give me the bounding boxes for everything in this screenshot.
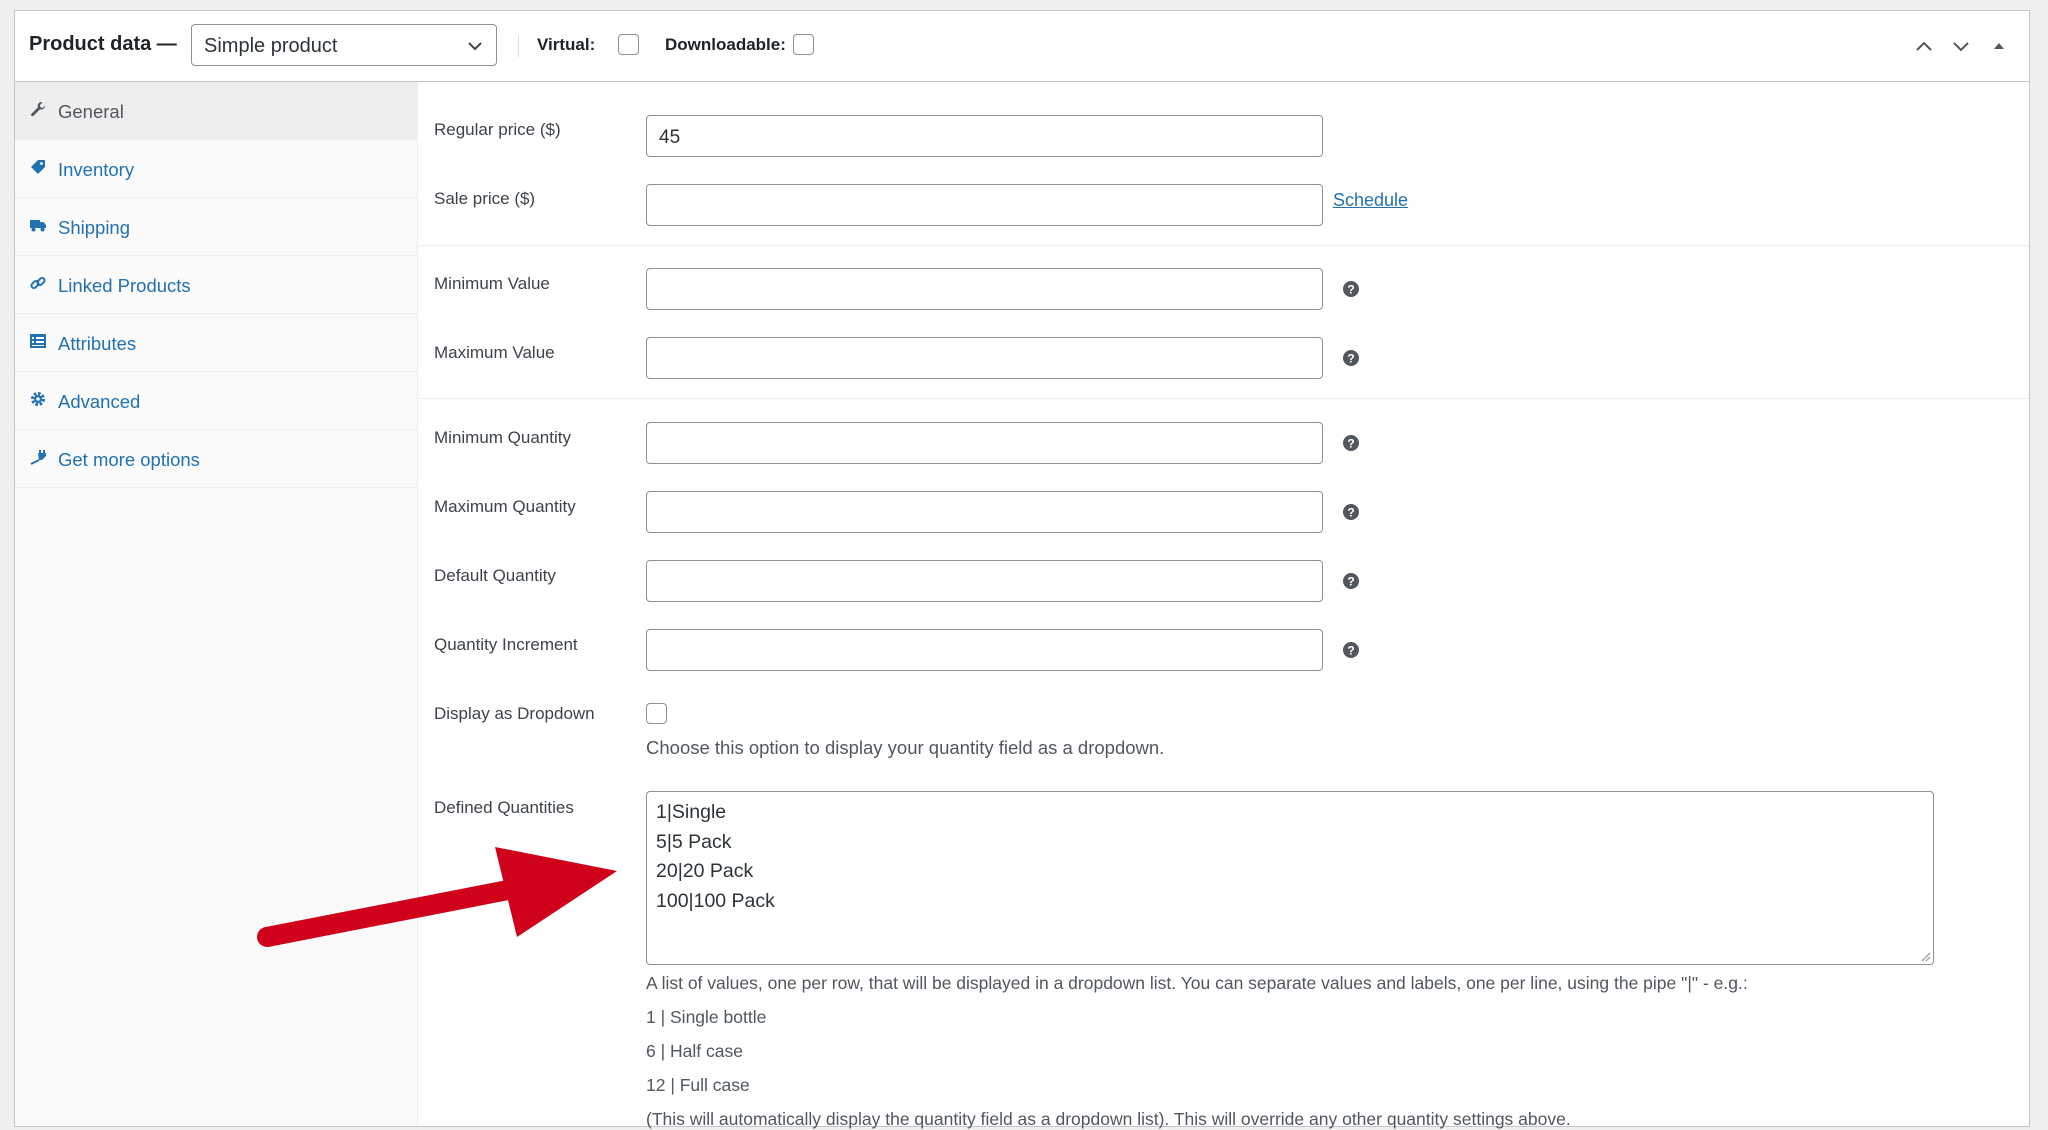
example-line: 6 | Half case bbox=[646, 1041, 743, 1061]
help-icon[interactable]: ? bbox=[1342, 503, 1360, 521]
help-icon[interactable]: ? bbox=[1342, 349, 1360, 367]
tab-get-more-options[interactable]: Get more options bbox=[15, 430, 417, 488]
tab-attributes[interactable]: Attributes bbox=[15, 314, 417, 372]
section-divider bbox=[419, 245, 2029, 246]
quantity-increment-label: Quantity Increment bbox=[434, 635, 578, 654]
svg-text:?: ? bbox=[1347, 575, 1354, 589]
link-icon bbox=[30, 276, 46, 290]
collapse-toggle-icon[interactable] bbox=[1988, 35, 2010, 57]
svg-text:?: ? bbox=[1347, 352, 1354, 366]
maximum-value-label: Maximum Value bbox=[434, 343, 555, 362]
product-type-value: Simple product bbox=[204, 35, 338, 57]
sale-price-label: Sale price ($) bbox=[434, 189, 536, 208]
dropdown-description: Choose this option to display your quant… bbox=[646, 737, 1165, 758]
list-icon bbox=[30, 334, 46, 348]
move-down-icon[interactable] bbox=[1950, 35, 1972, 57]
default-quantity-input[interactable] bbox=[646, 560, 1323, 602]
sale-price-input[interactable] bbox=[646, 184, 1323, 226]
tab-linked-products-label: Linked Products bbox=[58, 275, 191, 296]
product-type-select[interactable]: Simple product bbox=[191, 24, 497, 66]
textarea-line: 20|20 Pack bbox=[656, 860, 754, 882]
minimum-quantity-label: Minimum Quantity bbox=[434, 428, 571, 447]
wrench-icon bbox=[31, 102, 46, 117]
defined-quantities-help: A list of values, one per row, that will… bbox=[646, 973, 1748, 993]
default-quantity-label: Default Quantity bbox=[434, 566, 556, 585]
maximum-quantity-input[interactable] bbox=[646, 491, 1323, 533]
move-up-icon[interactable] bbox=[1913, 35, 1935, 57]
tag-icon bbox=[31, 160, 45, 174]
tab-advanced[interactable]: Advanced bbox=[15, 372, 417, 430]
example-line: 1 | Single bottle bbox=[646, 1007, 767, 1027]
tab-general[interactable]: General bbox=[15, 82, 417, 140]
header-divider bbox=[518, 35, 519, 57]
tab-attributes-label: Attributes bbox=[58, 333, 137, 354]
tab-general-label: General bbox=[58, 101, 124, 122]
gear-icon bbox=[31, 392, 45, 406]
display-as-dropdown-label: Display as Dropdown bbox=[434, 704, 595, 723]
maximum-quantity-label: Maximum Quantity bbox=[434, 497, 576, 516]
truck-icon bbox=[30, 220, 46, 232]
display-as-dropdown-checkbox[interactable] bbox=[646, 703, 667, 724]
maximum-value-input[interactable] bbox=[646, 337, 1323, 379]
minimum-value-label: Minimum Value bbox=[434, 274, 550, 293]
panel-title: Product data — bbox=[29, 33, 177, 55]
downloadable-label: Downloadable: bbox=[665, 35, 786, 54]
help-icon[interactable]: ? bbox=[1342, 572, 1360, 590]
tab-advanced-label: Advanced bbox=[58, 391, 141, 412]
virtual-label: Virtual: bbox=[537, 35, 596, 54]
tab-shipping-label: Shipping bbox=[58, 217, 131, 238]
product-data-tabs: General Inventory Shipping Linked Produc… bbox=[15, 82, 418, 1126]
defined-quantities-label: Defined Quantities bbox=[434, 798, 574, 817]
downloadable-checkbox[interactable] bbox=[793, 34, 814, 55]
tab-shipping[interactable]: Shipping bbox=[15, 198, 417, 256]
help-icon[interactable]: ? bbox=[1342, 434, 1360, 452]
virtual-checkbox[interactable] bbox=[618, 34, 639, 55]
tab-inventory[interactable]: Inventory bbox=[15, 140, 417, 198]
textarea-line: 5|5 Pack bbox=[656, 830, 732, 853]
general-tab-content: Regular price ($) 45 Sale price ($) Sche… bbox=[419, 82, 2029, 1129]
resize-handle-icon[interactable] bbox=[1919, 950, 1931, 962]
chevron-down-icon bbox=[468, 42, 482, 51]
panel-header: Product data — Simple product Virtual: D… bbox=[15, 11, 2029, 82]
annotation-arrow-icon bbox=[257, 847, 617, 947]
minimum-quantity-input[interactable] bbox=[646, 422, 1323, 464]
textarea-line: 1|Single bbox=[656, 801, 727, 823]
svg-text:?: ? bbox=[1347, 283, 1354, 297]
example-line: 12 | Full case bbox=[646, 1075, 750, 1095]
schedule-link[interactable]: Schedule bbox=[1333, 190, 1408, 211]
regular-price-value: 45 bbox=[659, 127, 681, 148]
minimum-value-input[interactable] bbox=[646, 268, 1323, 310]
help-icon[interactable]: ? bbox=[1342, 641, 1360, 659]
svg-text:?: ? bbox=[1347, 644, 1354, 658]
tab-inventory-label: Inventory bbox=[58, 159, 135, 180]
svg-text:?: ? bbox=[1347, 506, 1354, 520]
defined-quantities-textarea[interactable]: 1|Single 5|5 Pack 20|20 Pack 100|100 Pac… bbox=[646, 791, 1934, 965]
regular-price-label: Regular price ($) bbox=[434, 120, 561, 139]
plugin-icon bbox=[30, 450, 46, 465]
tab-linked-products[interactable]: Linked Products bbox=[15, 256, 417, 314]
tab-get-more-options-label: Get more options bbox=[58, 449, 200, 470]
svg-text:?: ? bbox=[1347, 437, 1354, 451]
help-icon[interactable]: ? bbox=[1342, 280, 1360, 298]
textarea-line: 100|100 Pack bbox=[656, 889, 775, 912]
quantity-increment-input[interactable] bbox=[646, 629, 1323, 671]
section-divider bbox=[419, 398, 2029, 399]
regular-price-input[interactable]: 45 bbox=[646, 115, 1323, 157]
